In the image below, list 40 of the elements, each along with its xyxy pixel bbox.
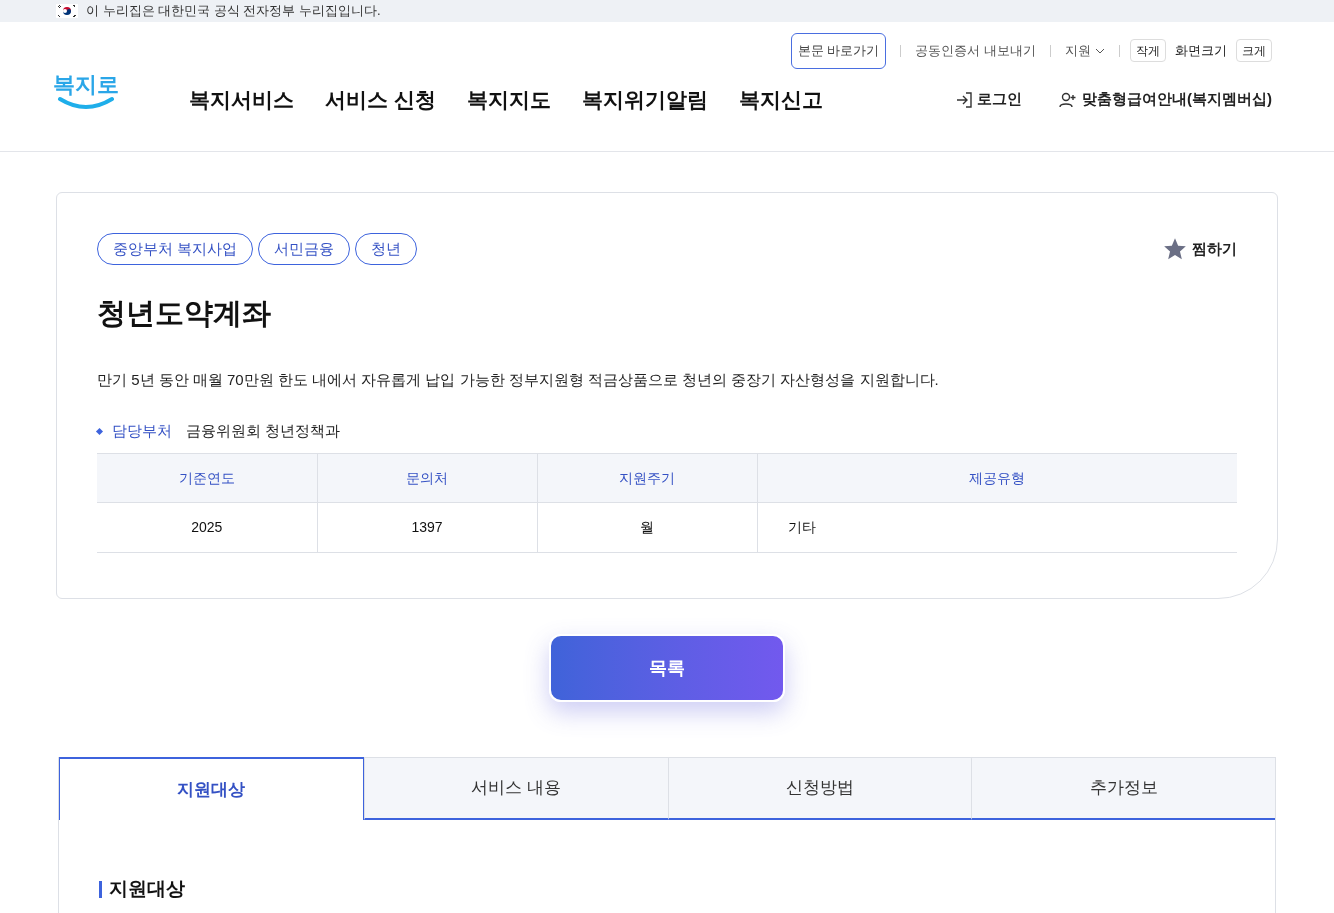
nav-link[interactable]: 복지지도 bbox=[466, 83, 551, 116]
column-header: 지원주기 bbox=[537, 453, 757, 503]
font-size-label: 화면크기 bbox=[1175, 42, 1227, 60]
membership-link[interactable]: 맞춤형급여안내(복지멤버십) bbox=[1058, 88, 1272, 111]
support-dropdown[interactable]: 지원 bbox=[1065, 41, 1105, 61]
nav-link[interactable]: 복지위기알림 bbox=[581, 83, 708, 116]
favorite-button[interactable]: 찜하기 bbox=[1162, 236, 1237, 262]
smaller-button[interactable]: 작게 bbox=[1130, 39, 1166, 63]
nav-link[interactable]: 복지신고 bbox=[738, 83, 823, 116]
section-heading: 지원대상 bbox=[109, 877, 185, 901]
table-cell: 2025 bbox=[97, 502, 317, 553]
banner-text: 이 누리집은 대한민국 공식 전자정부 누리집입니다. bbox=[86, 2, 381, 21]
table-cell: 월 bbox=[537, 502, 757, 553]
nav-link[interactable]: 서비스 신청 bbox=[325, 83, 436, 116]
chevron-down-icon bbox=[1095, 47, 1105, 54]
flag-icon bbox=[56, 4, 78, 18]
content-tab[interactable]: 서비스 내용 bbox=[363, 757, 668, 820]
login-icon bbox=[955, 90, 973, 109]
column-header: 기준연도 bbox=[97, 453, 317, 503]
list-button[interactable]: 목록 bbox=[549, 634, 785, 702]
skip-link[interactable]: 본문 바로가기 bbox=[790, 33, 887, 69]
larger-button[interactable]: 크게 bbox=[1236, 39, 1272, 63]
heading-bar bbox=[99, 880, 102, 898]
content-tab[interactable]: 지원대상 bbox=[59, 757, 364, 820]
service-title: 청년도약계좌 bbox=[97, 296, 272, 331]
smile-icon bbox=[57, 95, 115, 110]
column-header: 문의처 bbox=[317, 453, 537, 503]
department-value: 금융위원회 청년정책과 bbox=[186, 420, 341, 441]
content-tab[interactable]: 신청방법 bbox=[667, 757, 972, 820]
login-link[interactable]: 로그인 bbox=[955, 88, 1022, 111]
certificate-link[interactable]: 공동인증서 내보내기 bbox=[915, 41, 1036, 61]
column-header: 제공유형 bbox=[757, 453, 1237, 503]
service-description: 만기 5년 동안 매월 70만원 한도 내에서 자유롭게 납입 가능한 정부지원형 적금상품으로 청년의 중장기 자산형성을 지원합니다. bbox=[97, 370, 940, 391]
user-add-icon bbox=[1058, 90, 1078, 109]
table-cell: 기타 bbox=[757, 502, 1237, 553]
content-tab[interactable]: 추가정보 bbox=[971, 757, 1275, 820]
department-label: 담당부처 bbox=[112, 420, 172, 441]
nav-link[interactable]: 복지서비스 bbox=[189, 83, 294, 116]
bullet-icon bbox=[95, 427, 104, 435]
table-cell: 1397 bbox=[317, 502, 537, 553]
